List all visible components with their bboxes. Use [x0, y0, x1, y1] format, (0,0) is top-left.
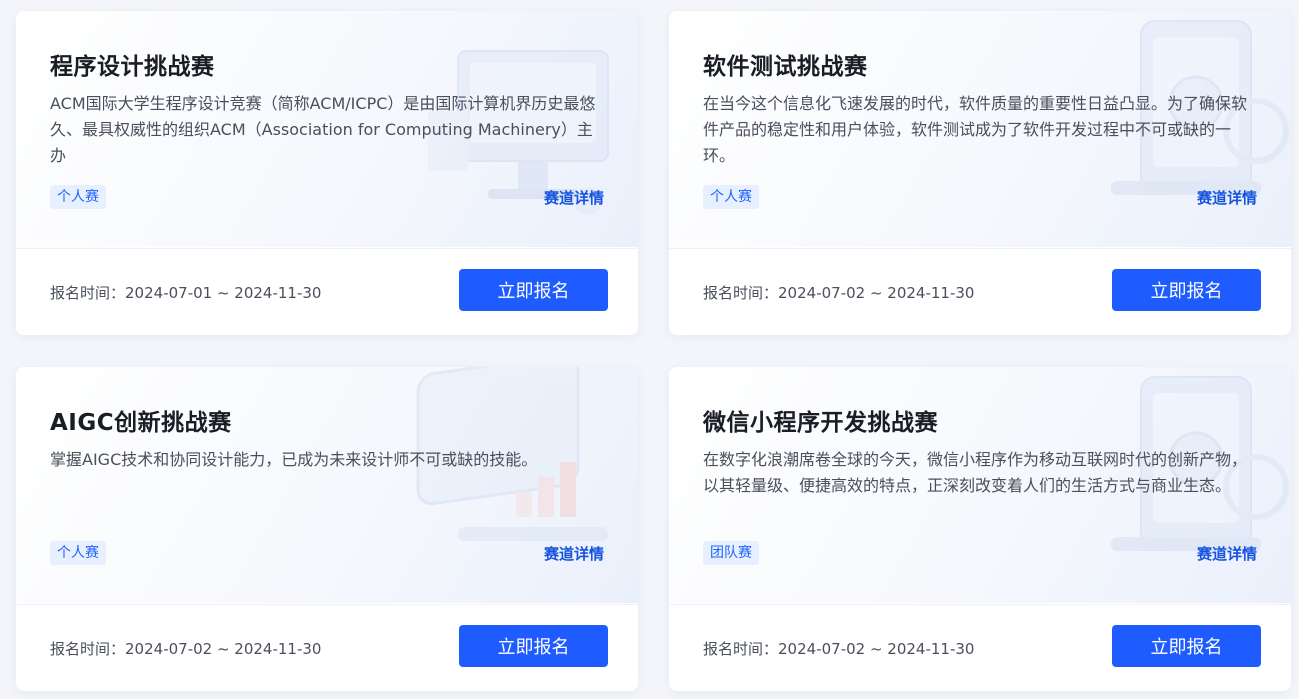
registration-time: 报名时间：2024-07-02 ~ 2024-11-30 [703, 282, 974, 303]
signup-button[interactable]: 立即报名 [1112, 625, 1261, 667]
competition-card-software-testing: 软件测试挑战赛 在当今这个信息化飞速发展的时代，软件质量的重要性日益凸显。为了确… [669, 11, 1291, 335]
registration-time-range: 2024-07-02 ~ 2024-11-30 [125, 640, 322, 658]
registration-time-label: 报名时间： [703, 640, 779, 658]
card-footer: 报名时间：2024-07-02 ~ 2024-11-30 立即报名 [16, 604, 638, 691]
card-description: 在当今这个信息化飞速发展的时代，软件质量的重要性日益凸显。为了确保软件产品的稳定… [703, 94, 1248, 165]
card-footer: 报名时间：2024-07-01 ~ 2024-11-30 立即报名 [16, 248, 638, 335]
track-details-link[interactable]: 赛道详情 [544, 543, 604, 564]
card-title: 程序设计挑战赛 [50, 54, 215, 80]
competition-type-tag: 个人赛 [703, 185, 759, 209]
competition-type-tag: 个人赛 [50, 541, 106, 565]
card-title: AIGC创新挑战赛 [50, 410, 232, 436]
competition-card-wechat-miniprogram: 微信小程序开发挑战赛 在数字化浪潮席卷全球的今天，微信小程序作为移动互联网时代的… [669, 367, 1291, 691]
registration-time: 报名时间：2024-07-01 ~ 2024-11-30 [50, 282, 321, 303]
registration-time-label: 报名时间： [50, 640, 126, 658]
card-footer: 报名时间：2024-07-02 ~ 2024-11-30 立即报名 [669, 604, 1291, 691]
signup-button[interactable]: 立即报名 [459, 625, 608, 667]
competition-card-programming: 程序设计挑战赛 ACM国际大学生程序设计竞赛（简称ACM/ICPC）是由国际计算… [16, 11, 638, 335]
card-description: 在数字化浪潮席卷全球的今天，微信小程序作为移动互联网时代的创新产物，以其轻量级、… [703, 450, 1248, 495]
signup-button[interactable]: 立即报名 [459, 269, 608, 311]
card-title: 软件测试挑战赛 [703, 54, 868, 80]
aigc-illustration-icon [416, 367, 608, 541]
card-top-section: AIGC创新挑战赛 掌握AIGC技术和协同设计能力，已成为未来设计师不可或缺的技… [16, 367, 638, 603]
card-description: ACM国际大学生程序设计竞赛（简称ACM/ICPC）是由国际计算机界历史最悠久、… [50, 94, 596, 165]
card-footer: 报名时间：2024-07-02 ~ 2024-11-30 立即报名 [669, 248, 1291, 335]
signup-button[interactable]: 立即报名 [1112, 269, 1261, 311]
track-details-link[interactable]: 赛道详情 [1197, 187, 1257, 208]
card-top-section: 程序设计挑战赛 ACM国际大学生程序设计竞赛（简称ACM/ICPC）是由国际计算… [16, 11, 638, 247]
card-description: 掌握AIGC技术和协同设计能力，已成为未来设计师不可或缺的技能。 [50, 450, 538, 469]
track-details-link[interactable]: 赛道详情 [544, 187, 604, 208]
competition-type-tag: 团队赛 [703, 541, 759, 565]
registration-time: 报名时间：2024-07-02 ~ 2024-11-30 [703, 638, 974, 659]
registration-time-range: 2024-07-01 ~ 2024-11-30 [125, 284, 322, 302]
card-top-section: 软件测试挑战赛 在当今这个信息化飞速发展的时代，软件质量的重要性日益凸显。为了确… [669, 11, 1291, 247]
track-details-link[interactable]: 赛道详情 [1197, 543, 1257, 564]
registration-time-range: 2024-07-02 ~ 2024-11-30 [778, 284, 975, 302]
card-top-section: 微信小程序开发挑战赛 在数字化浪潮席卷全球的今天，微信小程序作为移动互联网时代的… [669, 367, 1291, 603]
competition-type-tag: 个人赛 [50, 185, 106, 209]
registration-time-label: 报名时间： [50, 284, 126, 302]
card-title: 微信小程序开发挑战赛 [703, 410, 938, 436]
registration-time-label: 报名时间： [703, 284, 779, 302]
registration-time-range: 2024-07-02 ~ 2024-11-30 [778, 640, 975, 658]
competition-card-aigc: AIGC创新挑战赛 掌握AIGC技术和协同设计能力，已成为未来设计师不可或缺的技… [16, 367, 638, 691]
registration-time: 报名时间：2024-07-02 ~ 2024-11-30 [50, 638, 321, 659]
